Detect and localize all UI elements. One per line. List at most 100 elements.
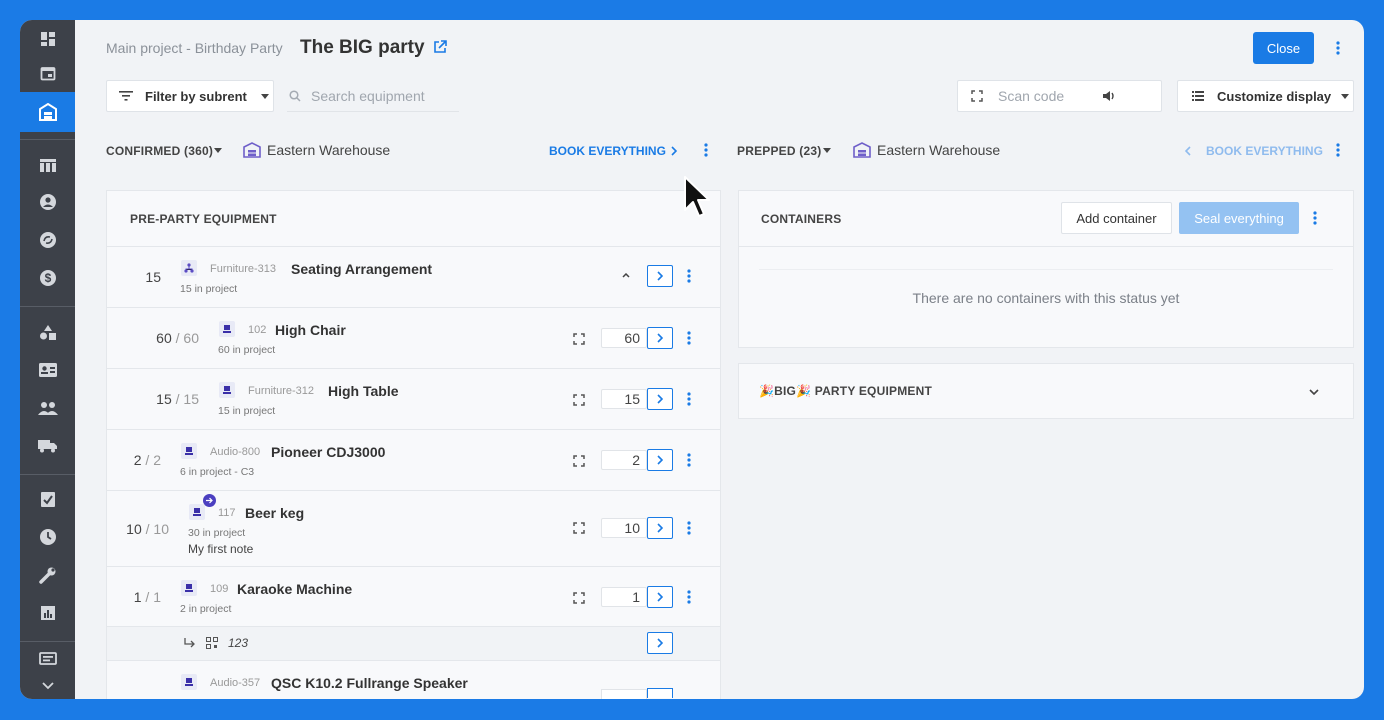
dashboard-icon[interactable] <box>20 20 75 58</box>
header-more-icon[interactable] <box>1333 40 1343 56</box>
item-name[interactable]: QSC K10.2 Fullrange Speaker <box>271 675 468 691</box>
quantity-input[interactable] <box>601 689 647 699</box>
clock-icon[interactable] <box>20 518 75 556</box>
message-icon[interactable] <box>20 648 75 672</box>
move-right-button[interactable] <box>647 517 673 539</box>
filter-subrent-dropdown[interactable]: Filter by subrent <box>106 80 274 112</box>
scan-icon[interactable] <box>573 394 585 406</box>
calendar-icon[interactable] <box>20 54 75 92</box>
quantity-input[interactable]: 1 <box>601 587 647 607</box>
right-more-icon[interactable] <box>1336 143 1340 157</box>
people-icon[interactable] <box>20 389 75 427</box>
quantity-input[interactable]: 10 <box>601 518 647 538</box>
scan-icon[interactable] <box>573 592 585 604</box>
item-icon <box>181 580 197 596</box>
scan-icon[interactable] <box>573 522 585 534</box>
table-icon[interactable] <box>20 146 75 184</box>
breadcrumb[interactable]: Main project - Birthday Party <box>106 40 283 56</box>
item-name[interactable]: High Chair <box>275 322 346 338</box>
warehouse-icon[interactable] <box>20 92 75 132</box>
quantity-input[interactable]: 60 <box>601 328 647 348</box>
chevron-down-icon[interactable] <box>20 676 75 696</box>
row-more-icon[interactable] <box>687 269 691 283</box>
move-right-button[interactable] <box>647 632 673 654</box>
confirmed-status-dropdown[interactable]: CONFIRMED (360) <box>106 144 213 158</box>
move-right-button[interactable] <box>647 449 673 471</box>
move-right-button[interactable] <box>647 688 673 698</box>
table-row[interactable]: 2 / 2 Audio-800 Pioneer CDJ3000 6 in pro… <box>107 429 720 490</box>
item-icon <box>181 443 197 459</box>
caret-down-icon[interactable] <box>214 148 222 153</box>
customize-display-dropdown[interactable]: Customize display <box>1177 80 1354 112</box>
containers-more-icon[interactable] <box>1313 211 1317 225</box>
book-everything-button[interactable]: BOOK EVERYTHING <box>549 144 666 158</box>
row-more-icon[interactable] <box>687 392 691 406</box>
wrench-icon[interactable] <box>20 556 75 594</box>
party-equipment-group[interactable]: 🎉BIG🎉 PARTY EQUIPMENT <box>738 363 1354 419</box>
scan-icon <box>971 90 983 102</box>
mouse-cursor-icon <box>684 176 710 217</box>
seal-everything-button[interactable]: Seal everything <box>1179 202 1299 234</box>
truck-icon[interactable] <box>20 427 75 465</box>
move-right-button[interactable] <box>647 327 673 349</box>
item-code: 102 <box>248 324 267 336</box>
row-more-icon[interactable] <box>687 521 691 535</box>
move-right-button[interactable] <box>647 586 673 608</box>
right-warehouse-label[interactable]: Eastern Warehouse <box>877 142 1000 158</box>
quantity-input[interactable]: 15 <box>601 389 647 409</box>
table-row[interactable]: 1 / 1 109 Karaoke Machine 2 in project 1 <box>107 566 720 626</box>
speaker-icon[interactable] <box>1102 90 1116 102</box>
table-row[interactable]: Audio-357 QSC K10.2 Fullrange Speaker <box>107 660 720 699</box>
filter-icon <box>119 91 133 101</box>
add-container-button[interactable]: Add container <box>1061 202 1172 234</box>
prepped-status-dropdown[interactable]: PREPPED (23) <box>737 144 821 158</box>
row-more-icon[interactable] <box>687 331 691 345</box>
external-link-icon[interactable] <box>432 39 448 60</box>
chevron-right-icon <box>657 333 663 343</box>
nav-rail: $ <box>20 20 75 699</box>
group-row[interactable]: 15 Furniture-313 Seating Arrangement 15 … <box>107 246 720 307</box>
item-name[interactable]: Seating Arrangement <box>291 261 432 277</box>
caret-down-icon <box>260 93 269 99</box>
serial-row[interactable]: 123 <box>107 626 720 660</box>
chevron-left-icon[interactable] <box>1185 146 1191 156</box>
table-row[interactable]: 60 / 60 102 High Chair 60 in project 60 <box>107 307 720 368</box>
book-everything-back-button[interactable]: BOOK EVERYTHING <box>1206 144 1323 158</box>
sync-icon[interactable] <box>20 221 75 259</box>
search-input[interactable]: Search equipment <box>287 80 459 112</box>
chevron-right-icon[interactable] <box>671 146 677 156</box>
report-chart-icon[interactable] <box>20 594 75 632</box>
clipboard-check-icon[interactable] <box>20 480 75 518</box>
contact-icon[interactable] <box>20 183 75 221</box>
item-name[interactable]: Karaoke Machine <box>237 581 352 597</box>
row-more-icon[interactable] <box>687 590 691 604</box>
quantity-input[interactable]: 2 <box>601 450 647 470</box>
item-qty: 60 / 60 <box>156 330 199 346</box>
chevron-up-icon[interactable] <box>622 273 630 278</box>
dollar-icon[interactable]: $ <box>20 259 75 297</box>
item-name[interactable]: High Table <box>328 383 399 399</box>
id-card-icon[interactable] <box>20 351 75 389</box>
shapes-icon[interactable] <box>20 313 75 351</box>
scan-icon[interactable] <box>573 455 585 467</box>
left-warehouse-label[interactable]: Eastern Warehouse <box>267 142 390 158</box>
move-right-button[interactable] <box>647 265 673 287</box>
left-more-icon[interactable] <box>704 143 708 157</box>
item-name[interactable]: Beer keg <box>245 505 304 521</box>
row-more-icon[interactable] <box>687 453 691 467</box>
chevron-down-icon[interactable] <box>1309 389 1319 395</box>
item-icon <box>181 674 197 690</box>
scan-icon[interactable] <box>573 333 585 345</box>
item-name[interactable]: Pioneer CDJ3000 <box>271 444 385 460</box>
search-placeholder: Search equipment <box>311 87 425 104</box>
move-right-button[interactable] <box>647 388 673 410</box>
scan-placeholder: Scan code <box>998 88 1065 104</box>
close-button[interactable]: Close <box>1253 32 1314 64</box>
svg-text:$: $ <box>44 271 51 285</box>
table-row[interactable]: 15 / 15 Furniture-312 High Table 15 in p… <box>107 368 720 429</box>
caret-down-icon[interactable] <box>823 148 831 153</box>
table-row[interactable]: 10 / 10 117 Beer keg 30 in project My fi… <box>107 490 720 566</box>
scan-code-input[interactable]: Scan code <box>957 80 1162 112</box>
item-code: Audio-800 <box>210 446 261 458</box>
item-sub: 6 in project - C3 <box>180 466 255 478</box>
